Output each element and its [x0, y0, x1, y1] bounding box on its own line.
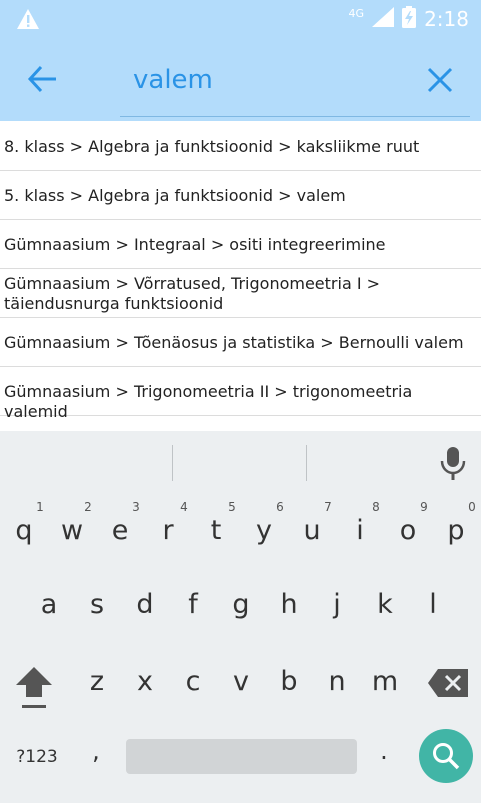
key-a[interactable]: a: [27, 589, 71, 621]
key-label: o: [399, 515, 417, 546]
key-g[interactable]: g: [219, 589, 263, 621]
search-input[interactable]: [133, 60, 403, 100]
key-j[interactable]: j: [315, 589, 359, 621]
key-d[interactable]: d: [123, 589, 167, 621]
key-w[interactable]: 2w: [50, 499, 94, 547]
key-i[interactable]: 8i: [338, 499, 382, 547]
key-label: e: [111, 515, 129, 546]
key-hint: 2: [84, 500, 92, 514]
key-hint: 4: [180, 500, 188, 514]
close-icon: [427, 67, 453, 93]
key-q[interactable]: 1q: [2, 499, 46, 547]
warning-icon: [16, 8, 40, 30]
key-b[interactable]: b: [267, 666, 311, 698]
key-label: r: [162, 515, 174, 546]
key-label: q: [15, 515, 33, 546]
result-text: Gümnaasium > Integraal > ositi integreer…: [4, 235, 386, 254]
clock: 2:18: [424, 7, 469, 31]
status-bar-right: 4G 2:18: [349, 6, 469, 32]
key-hint: 7: [324, 500, 332, 514]
backspace-icon: [428, 669, 468, 697]
key-l[interactable]: l: [411, 589, 455, 621]
result-item[interactable]: Gümnaasium > Integraal > ositi integreer…: [0, 220, 481, 269]
network-type: 4G: [348, 6, 365, 20]
arrow-left-icon: [27, 65, 56, 93]
key-hint: 3: [132, 500, 140, 514]
result-item[interactable]: Gümnaasium > Tõenäosus ja statistika > B…: [0, 318, 481, 367]
result-text: 8. klass > Algebra ja funktsioonid > kak…: [4, 137, 420, 156]
result-text: Gümnaasium > Tõenäosus ja statistika > B…: [4, 333, 464, 352]
result-item[interactable]: Gümnaasium > Võrratused, Trigonomeetria …: [0, 269, 481, 318]
clear-search-button[interactable]: [424, 64, 456, 96]
microphone-icon: [440, 447, 466, 480]
key-label: y: [256, 515, 272, 546]
soft-keyboard: 1q 2w 3e 4r 5t 6y 7u 8i 9o 0p a s d f g …: [0, 431, 481, 803]
key-label: t: [210, 515, 222, 546]
result-item[interactable]: Gümnaasium > Trigonomeetria II > trigono…: [0, 367, 481, 421]
result-text: Gümnaasium > Trigonomeetria II > trigono…: [4, 382, 413, 421]
key-label: i: [356, 515, 364, 546]
period-key[interactable]: .: [374, 737, 394, 771]
key-f[interactable]: f: [171, 589, 215, 621]
result-item[interactable]: 8. klass > Algebra ja funktsioonid > kak…: [0, 121, 481, 171]
key-s[interactable]: s: [75, 589, 119, 621]
key-hint: 5: [228, 500, 236, 514]
key-label: p: [447, 515, 465, 546]
search-action-key[interactable]: [419, 729, 473, 783]
key-c[interactable]: c: [171, 666, 215, 698]
key-hint: 8: [372, 500, 380, 514]
key-u[interactable]: 7u: [290, 499, 334, 547]
key-p[interactable]: 0p: [434, 499, 478, 547]
shift-icon: [16, 667, 52, 708]
key-n[interactable]: n: [315, 666, 359, 698]
key-e[interactable]: 3e: [98, 499, 142, 547]
shift-key[interactable]: [14, 665, 54, 709]
key-z[interactable]: z: [75, 666, 119, 698]
key-h[interactable]: h: [267, 589, 311, 621]
space-key[interactable]: [126, 739, 357, 774]
key-hint: 0: [468, 500, 476, 514]
battery-icon: [402, 6, 417, 32]
key-o[interactable]: 9o: [386, 499, 430, 547]
signal-icon: [372, 7, 395, 31]
key-hint: 6: [276, 500, 284, 514]
back-button[interactable]: [26, 62, 60, 96]
key-k[interactable]: k: [363, 589, 407, 621]
suggestion-divider: [172, 445, 173, 481]
microphone-button[interactable]: [438, 445, 468, 481]
result-text: Gümnaasium > Võrratused, Trigonomeetria …: [4, 274, 381, 313]
result-text: 5. klass > Algebra ja funktsioonid > val…: [4, 186, 346, 205]
key-hint: 9: [420, 500, 428, 514]
search-underline: [120, 116, 470, 117]
result-item[interactable]: 5. klass > Algebra ja funktsioonid > val…: [0, 171, 481, 220]
key-hint: 1: [36, 500, 44, 514]
backspace-key[interactable]: [428, 669, 468, 697]
search-icon: [433, 743, 460, 770]
key-t[interactable]: 5t: [194, 499, 238, 547]
key-label: w: [60, 515, 84, 546]
comma-key[interactable]: ,: [86, 737, 106, 771]
search-results-list: 8. klass > Algebra ja funktsioonid > kak…: [0, 121, 481, 431]
key-v[interactable]: v: [219, 666, 263, 698]
key-m[interactable]: m: [363, 666, 407, 698]
suggestion-divider: [306, 445, 307, 481]
key-r[interactable]: 4r: [146, 499, 190, 547]
key-y[interactable]: 6y: [242, 499, 286, 547]
key-label: u: [303, 515, 321, 546]
symbols-key[interactable]: ?123: [14, 745, 60, 769]
key-x[interactable]: x: [123, 666, 167, 698]
